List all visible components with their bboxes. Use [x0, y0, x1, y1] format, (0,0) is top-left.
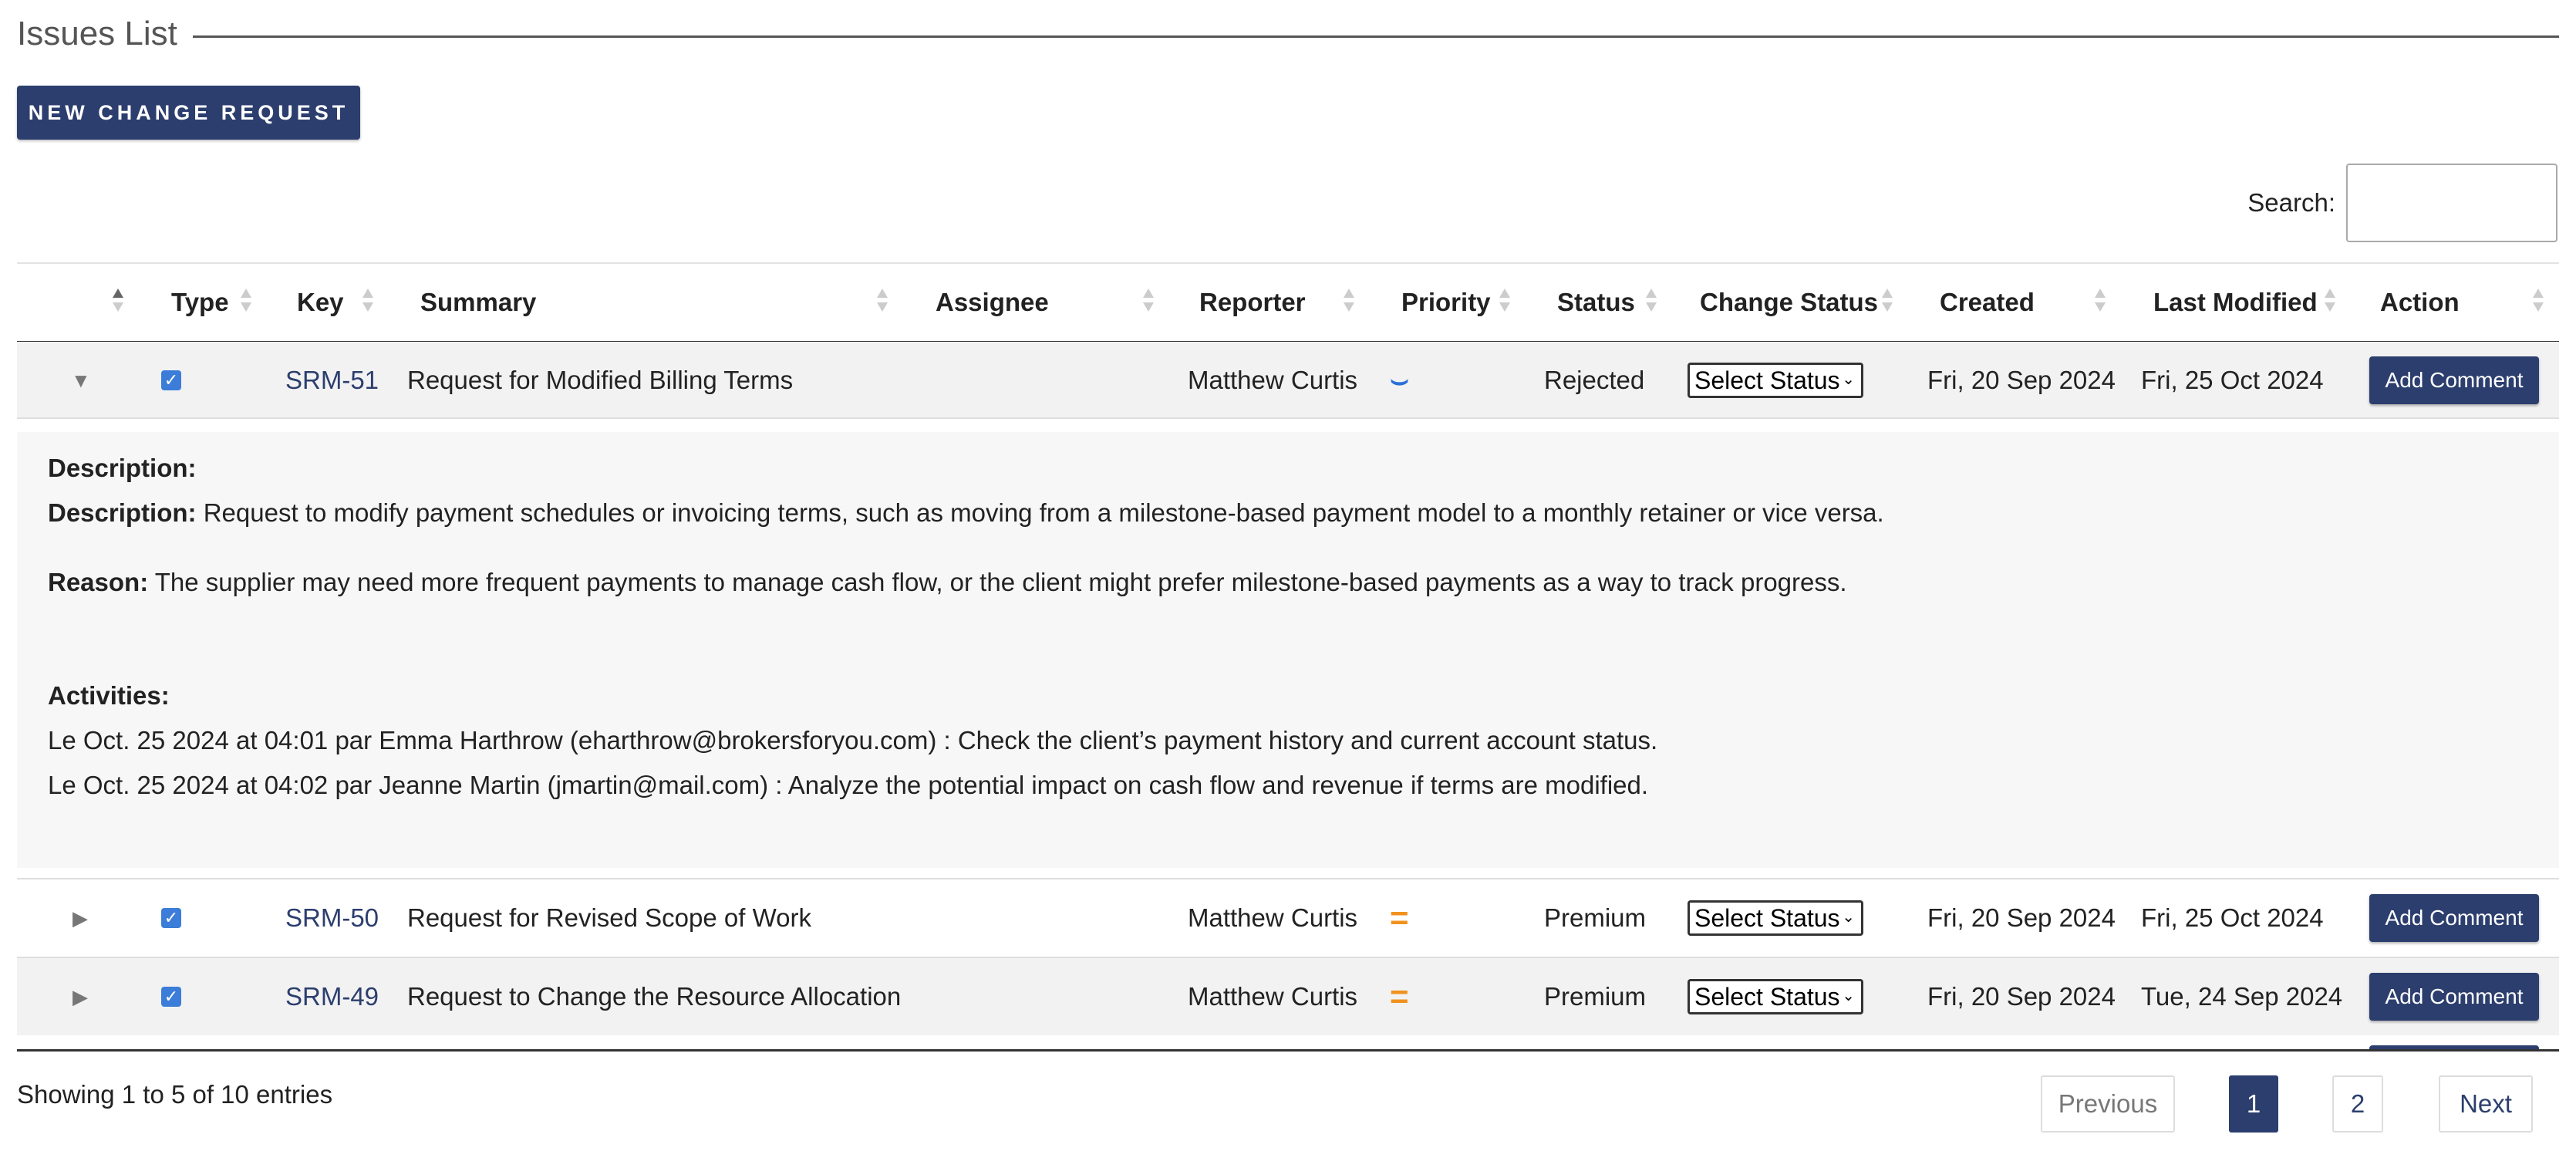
- issue-status: Premium: [1544, 982, 1647, 1011]
- pagination-page-1[interactable]: 1: [2229, 1075, 2278, 1133]
- column-header-assignee[interactable]: Assignee: [936, 264, 1049, 341]
- expand-row-icon[interactable]: ▶: [72, 958, 88, 1035]
- pagination-previous-button[interactable]: Previous: [2041, 1075, 2175, 1133]
- description-text: Request to modify payment schedules or i…: [196, 498, 1884, 527]
- new-change-request-button[interactable]: NEW CHANGE REQUEST: [17, 86, 360, 140]
- reason-line: Reason: The supplier may need more frequ…: [48, 568, 1847, 597]
- sort-summary-icon[interactable]: [877, 289, 888, 315]
- add-comment-button[interactable]: Add Comment: [2369, 973, 2539, 1021]
- column-header-status[interactable]: Status: [1557, 264, 1635, 341]
- issue-created: Fri, 20 Sep 2024: [1927, 903, 2116, 932]
- sort-type-icon[interactable]: [241, 289, 251, 315]
- table-row[interactable]: ▼ ✓ SRM-51 Request for Modified Billing …: [17, 342, 2559, 419]
- reason-text: The supplier may need more frequent paym…: [148, 568, 1847, 596]
- issue-reporter: Matthew Curtis: [1188, 366, 1358, 394]
- chevron-down-icon: ⌄: [1842, 987, 1855, 1004]
- sort-key-icon[interactable]: [362, 289, 373, 315]
- sort-toggle-column-icon[interactable]: [113, 289, 123, 315]
- row-divider: [17, 417, 2559, 419]
- issue-status: Premium: [1544, 903, 1647, 932]
- issue-created: Fri, 20 Sep 2024: [1927, 366, 2116, 394]
- search-input[interactable]: [2346, 164, 2557, 242]
- column-header-change-status[interactable]: Change Status: [1700, 264, 1878, 341]
- search-area: Search:: [2247, 164, 2557, 242]
- sort-priority-icon[interactable]: [1499, 289, 1510, 315]
- sort-reporter-icon[interactable]: [1344, 289, 1354, 315]
- type-checkbox-icon[interactable]: ✓: [161, 908, 181, 928]
- description-label: Description:: [48, 498, 197, 527]
- table-info: Showing 1 to 5 of 10 entries: [17, 1080, 333, 1109]
- page-title: Issues List: [17, 15, 177, 52]
- expand-row-icon[interactable]: ▶: [72, 879, 88, 957]
- activity-item: Le Oct. 25 2024 at 04:02 par Jeanne Mart…: [48, 771, 1649, 799]
- issue-key-link[interactable]: SRM-49: [285, 958, 379, 1035]
- legend-divider: [192, 35, 2559, 38]
- change-status-select[interactable]: Select Status ⌄: [1688, 363, 1863, 398]
- add-comment-button[interactable]: Add Comment: [2369, 894, 2539, 942]
- issue-reporter: Matthew Curtis: [1188, 903, 1358, 932]
- issue-detail-panel: Description: Description: Request to mod…: [17, 432, 2559, 868]
- issue-summary: Request for Revised Scope of Work: [407, 903, 811, 932]
- description-line: Description: Request to modify payment s…: [48, 498, 1884, 528]
- sort-action-icon[interactable]: [2533, 289, 2544, 315]
- issue-last-modified: Fri, 25 Oct 2024: [2141, 903, 2324, 932]
- issue-created: Fri, 20 Sep 2024: [1927, 982, 2116, 1011]
- issue-last-modified: Fri, 25 Oct 2024: [2141, 366, 2324, 394]
- search-label: Search:: [2247, 188, 2335, 217]
- change-status-selected: Select Status: [1694, 982, 1840, 1011]
- description-heading: Description:: [48, 454, 197, 482]
- chevron-down-icon: ⌄: [1842, 909, 1855, 926]
- column-header-last-modified[interactable]: Last Modified: [2153, 264, 2318, 341]
- issue-key-link[interactable]: SRM-50: [285, 879, 379, 957]
- priority-medium-icon: =: [1390, 978, 1409, 1014]
- change-status-selected: Select Status: [1694, 903, 1840, 932]
- page-legend: Issues List: [17, 11, 2559, 57]
- priority-medium-icon: =: [1390, 900, 1409, 936]
- type-checkbox-icon[interactable]: ✓: [161, 370, 181, 390]
- sort-assignee-icon[interactable]: [1143, 289, 1154, 315]
- change-status-selected: Select Status: [1694, 366, 1840, 394]
- issues-table: Type Key Summary Assignee Reporter Prior…: [17, 262, 2559, 343]
- priority-low-icon: ⌣: [1390, 363, 1410, 397]
- sort-last-modified-icon[interactable]: [2325, 289, 2335, 315]
- column-header-action[interactable]: Action: [2380, 264, 2460, 341]
- column-header-summary[interactable]: Summary: [420, 264, 536, 341]
- change-status-select[interactable]: Select Status ⌄: [1688, 900, 1863, 936]
- table-row[interactable]: ▶ ✓ SRM-49 Request to Change the Resourc…: [17, 958, 2559, 1035]
- pagination-page-2[interactable]: 2: [2332, 1075, 2383, 1133]
- column-header-reporter[interactable]: Reporter: [1199, 264, 1306, 341]
- issue-reporter: Matthew Curtis: [1188, 982, 1358, 1011]
- table-row[interactable]: ▶ ✓ SRM-50 Request for Revised Scope of …: [17, 879, 2559, 957]
- reason-label: Reason:: [48, 568, 149, 596]
- pagination-next-button[interactable]: Next: [2439, 1075, 2533, 1133]
- issue-summary: Request for Modified Billing Terms: [407, 366, 794, 394]
- activities-heading: Activities:: [48, 681, 170, 710]
- table-bottom-border: [17, 1049, 2559, 1052]
- activity-item: Le Oct. 25 2024 at 04:01 par Emma Harthr…: [48, 726, 1658, 754]
- table-header: Type Key Summary Assignee Reporter Prior…: [17, 264, 2559, 343]
- column-header-created[interactable]: Created: [1940, 264, 2035, 341]
- type-checkbox-icon[interactable]: ✓: [161, 987, 181, 1007]
- change-status-select[interactable]: Select Status ⌄: [1688, 979, 1863, 1014]
- sort-change-status-icon[interactable]: [1882, 289, 1893, 315]
- collapse-row-icon[interactable]: ▼: [71, 342, 91, 419]
- add-comment-button[interactable]: Add Comment: [2369, 356, 2539, 404]
- issue-summary: Request to Change the Resource Allocatio…: [407, 982, 902, 1011]
- column-header-type[interactable]: Type: [171, 264, 229, 341]
- column-header-key[interactable]: Key: [297, 264, 344, 341]
- chevron-down-icon: ⌄: [1842, 371, 1855, 388]
- issue-last-modified: Tue, 24 Sep 2024: [2141, 982, 2343, 1011]
- sort-created-icon[interactable]: [2095, 289, 2106, 315]
- issue-key-link[interactable]: SRM-51: [285, 342, 379, 419]
- sort-status-icon[interactable]: [1646, 289, 1657, 315]
- column-header-priority[interactable]: Priority: [1401, 264, 1491, 341]
- issue-status: Rejected: [1544, 366, 1645, 394]
